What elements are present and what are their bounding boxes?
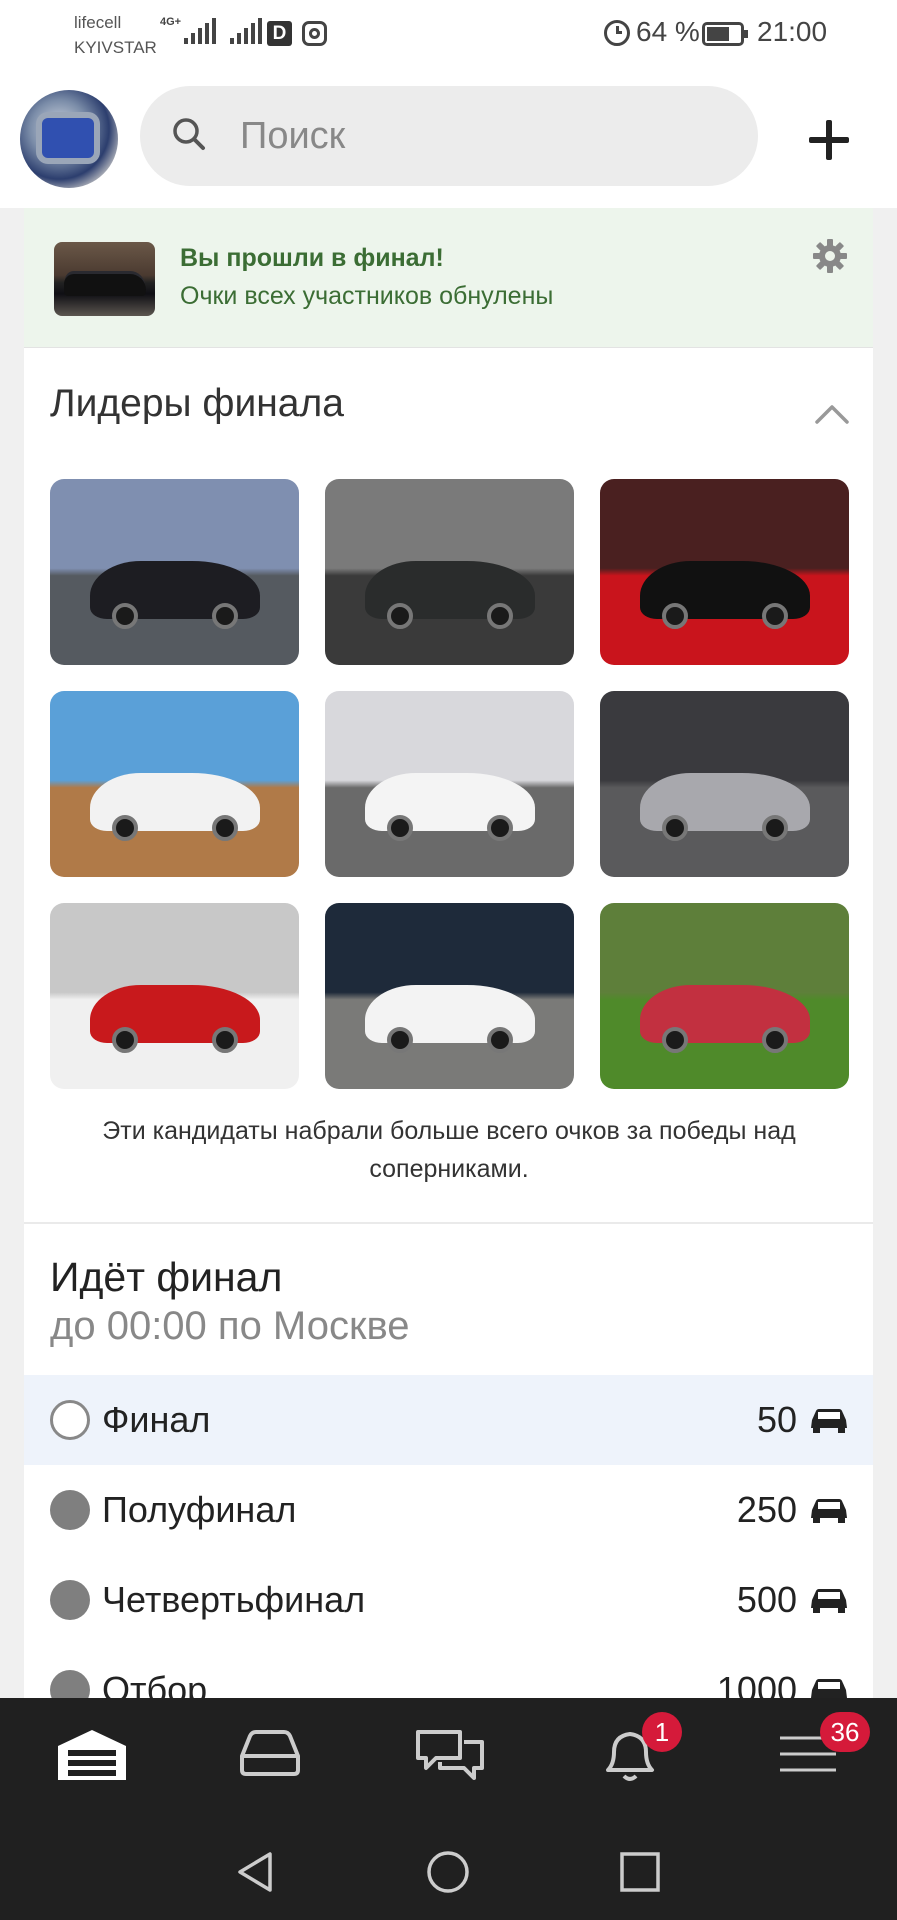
- instagram-icon: [302, 21, 327, 46]
- car-outline-icon: [240, 1730, 300, 1776]
- wheel-shape: [212, 815, 238, 841]
- search-bar[interactable]: [140, 86, 758, 186]
- nav-menu[interactable]: 36: [758, 1712, 870, 1804]
- signal-icon: [230, 18, 262, 44]
- round-semifinal[interactable]: Полуфинал 250: [24, 1465, 873, 1555]
- app-notification-icon: D: [267, 21, 292, 46]
- nav-messages[interactable]: [398, 1712, 498, 1804]
- wheel-shape: [112, 815, 138, 841]
- wheel-shape: [112, 1027, 138, 1053]
- garage-icon: [58, 1730, 126, 1780]
- battery-percent: 64 %: [636, 16, 700, 47]
- rounds-list: Финал 50 Полуфинал 250 Четвертьфинал 500…: [24, 1375, 873, 1698]
- wheel-shape: [112, 603, 138, 629]
- wheel-shape: [212, 603, 238, 629]
- car-icon: [811, 1679, 847, 1698]
- leader-photo[interactable]: [50, 903, 299, 1089]
- leader-photo[interactable]: [325, 479, 574, 665]
- search-input[interactable]: [240, 110, 720, 162]
- search-icon: [173, 118, 205, 150]
- divider: [24, 1222, 873, 1224]
- notifications-badge: 1: [642, 1712, 682, 1752]
- system-navigation: [0, 1820, 897, 1920]
- wheel-shape: [387, 603, 413, 629]
- menu-badge: 36: [820, 1712, 870, 1752]
- banner-car-thumbnail: [54, 242, 155, 316]
- round-count: 500: [736, 1579, 797, 1620]
- banner-subtitle: Очки всех участников обнулены: [180, 282, 554, 310]
- round-qualifying[interactable]: Отбор 1000: [24, 1645, 873, 1698]
- add-button[interactable]: [800, 112, 856, 168]
- nav-garage[interactable]: [40, 1712, 140, 1804]
- wheel-shape: [662, 1027, 688, 1053]
- wheel-shape: [762, 1027, 788, 1053]
- leader-photo[interactable]: [325, 691, 574, 877]
- home-icon[interactable]: [426, 1850, 470, 1894]
- leaders-grid: [50, 479, 850, 1089]
- leader-photo[interactable]: [50, 479, 299, 665]
- signal-icon: [184, 18, 216, 44]
- gear-icon[interactable]: [812, 238, 848, 274]
- status-bar: lifecell KYIVSTAR 4G+ D 64 % 21:00: [0, 0, 897, 72]
- round-status-dot: [50, 1400, 90, 1440]
- wheel-shape: [487, 603, 513, 629]
- leaders-title: Лидеры финала: [50, 382, 344, 425]
- round-count: 250: [736, 1489, 797, 1530]
- wheel-shape: [487, 815, 513, 841]
- leader-photo[interactable]: [600, 479, 849, 665]
- round-quarterfinal[interactable]: Четвертьфинал 500: [24, 1555, 873, 1645]
- leader-photo[interactable]: [600, 903, 849, 1089]
- wheel-shape: [387, 1027, 413, 1053]
- alarm-icon: [604, 20, 630, 46]
- car-icon: [811, 1589, 847, 1613]
- main-content: Вы прошли в финал! Очки всех участников …: [24, 208, 873, 1698]
- wheel-shape: [212, 1027, 238, 1053]
- wheel-shape: [762, 815, 788, 841]
- round-status-dot: [50, 1490, 90, 1530]
- nav-notifications[interactable]: 1: [578, 1712, 682, 1804]
- carrier-names: lifecell KYIVSTAR: [74, 10, 157, 60]
- recents-icon[interactable]: [618, 1850, 662, 1894]
- final-title: Идёт финал: [50, 1254, 283, 1300]
- wheel-shape: [662, 603, 688, 629]
- clock: 21:00: [757, 16, 828, 47]
- top-header: [0, 72, 897, 208]
- round-final[interactable]: Финал 50: [24, 1375, 873, 1465]
- round-name: Финал: [102, 1399, 211, 1440]
- round-count: 1000: [716, 1669, 797, 1698]
- back-icon[interactable]: [234, 1850, 278, 1894]
- carrier-1: lifecell: [74, 13, 122, 32]
- avatar[interactable]: [20, 90, 118, 188]
- final-deadline: до 00:00 по Москве: [50, 1304, 410, 1348]
- leader-photo[interactable]: [600, 691, 849, 877]
- bottom-navigation: 1 36: [0, 1698, 897, 1820]
- round-count: 50: [756, 1399, 797, 1440]
- round-status-dot: [50, 1670, 90, 1698]
- nav-cars[interactable]: [218, 1712, 318, 1804]
- chat-icon: [416, 1730, 484, 1780]
- wheel-shape: [762, 603, 788, 629]
- round-name: Полуфинал: [102, 1489, 297, 1530]
- wheel-shape: [487, 1027, 513, 1053]
- round-name: Отбор: [102, 1669, 208, 1698]
- car-icon: [811, 1499, 847, 1523]
- banner-title: Вы прошли в финал!: [180, 244, 444, 272]
- round-status-dot: [50, 1580, 90, 1620]
- round-name: Четвертьфинал: [102, 1579, 366, 1620]
- battery-icon: [702, 22, 748, 46]
- leader-photo[interactable]: [50, 691, 299, 877]
- leader-photo[interactable]: [325, 903, 574, 1089]
- wheel-shape: [387, 815, 413, 841]
- network-type: 4G+: [160, 16, 182, 28]
- wheel-shape: [662, 815, 688, 841]
- carrier-2: KYIVSTAR: [74, 38, 157, 57]
- leaders-note: Эти кандидаты набрали больше всего очков…: [102, 1117, 796, 1183]
- car-icon: [811, 1409, 847, 1433]
- final-banner[interactable]: Вы прошли в финал! Очки всех участников …: [24, 208, 873, 348]
- chevron-up-icon[interactable]: [814, 396, 850, 432]
